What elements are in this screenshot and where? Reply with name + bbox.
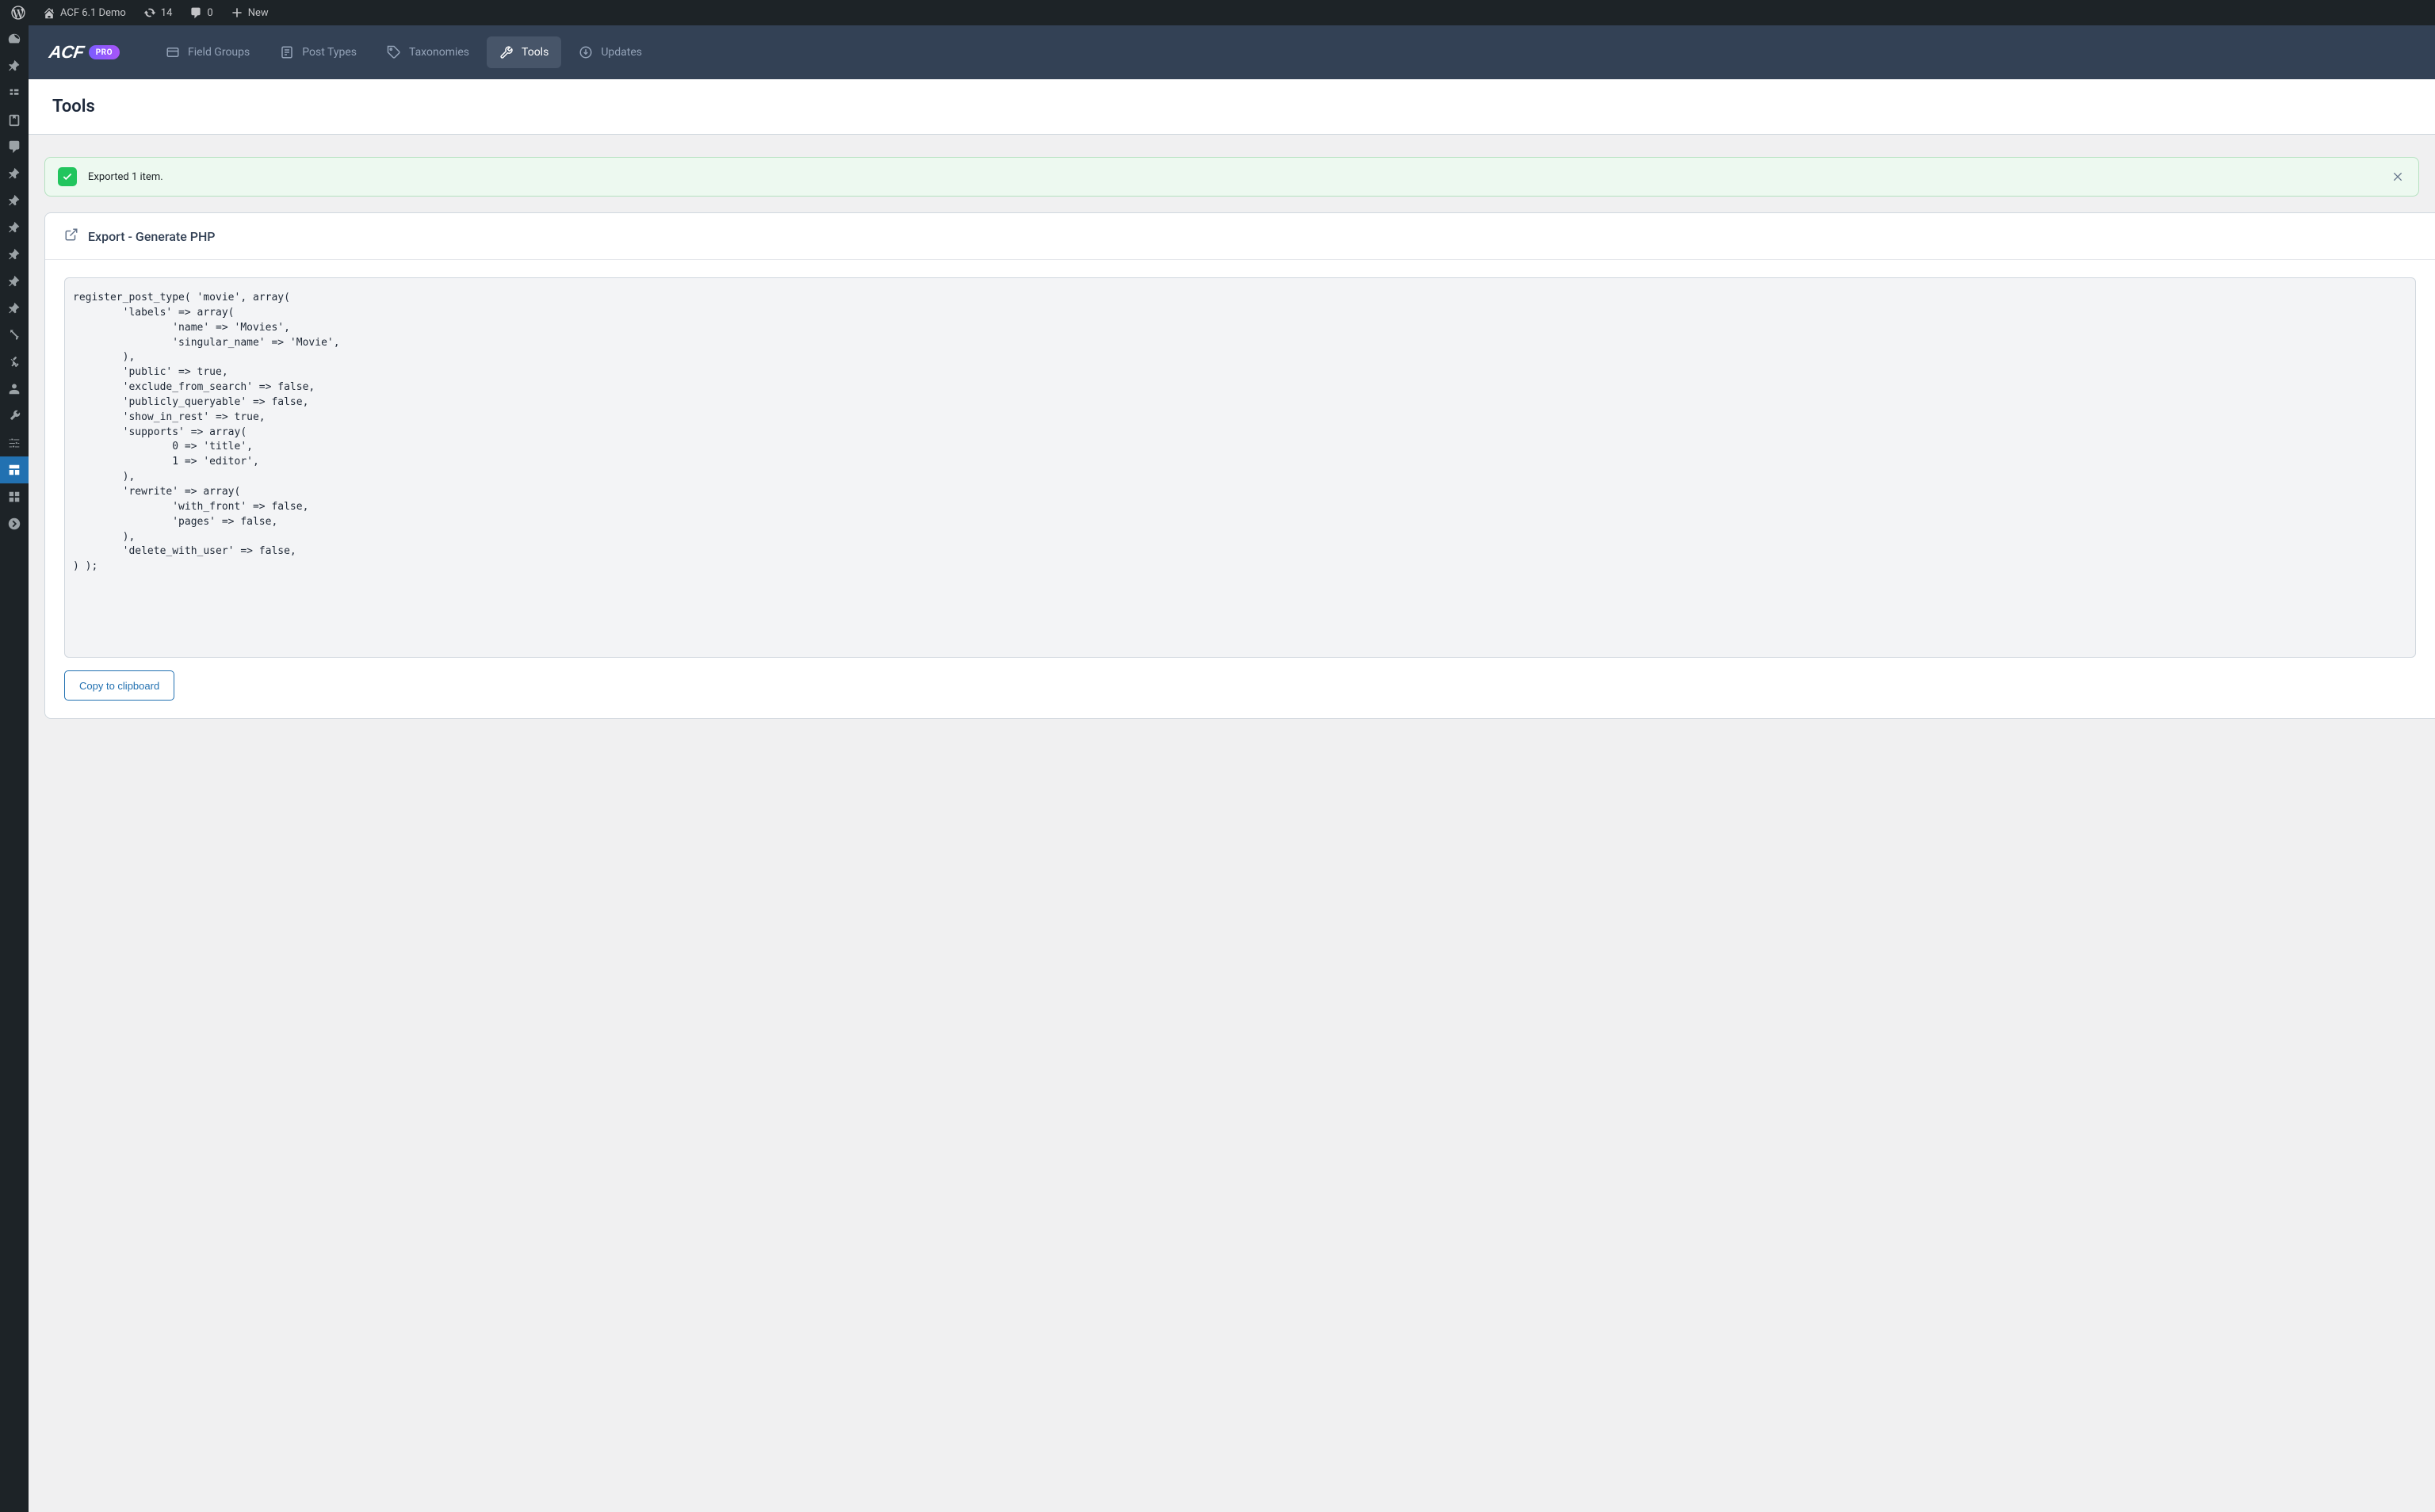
acf-logo[interactable]: ACF PRO [49,42,120,63]
export-panel: Export - Generate PHP register_post_type… [44,212,2435,719]
nav-field-groups-label: Field Groups [188,46,250,59]
comments-count: 0 [207,7,212,19]
copy-to-clipboard-button[interactable]: Copy to clipboard [64,670,174,701]
content-wrap: Exported 1 item. Export - Generate PHP r… [29,135,2435,741]
nav-field-groups[interactable]: Field Groups [153,36,262,68]
side-users[interactable] [0,376,29,403]
updates-link[interactable]: 14 [137,0,179,25]
panel-header: Export - Generate PHP [45,213,2435,260]
side-tools-wp[interactable] [0,403,29,430]
notice-close-button[interactable] [2390,169,2406,185]
side-generic-1[interactable] [0,79,29,106]
code-output[interactable]: register_post_type( 'movie', array( 'lab… [64,277,2416,658]
nav-updates[interactable]: Updates [566,36,655,68]
updates-count: 14 [161,7,173,19]
notice-success: Exported 1 item. [44,157,2419,197]
acf-nav: Field Groups Post Types Taxonomies Tools… [153,36,655,68]
side-pin-6[interactable] [0,268,29,295]
side-blocks[interactable] [0,483,29,510]
new-label: New [248,7,269,19]
side-collapse[interactable] [0,510,29,537]
side-pin-1[interactable] [0,52,29,79]
side-pin-4[interactable] [0,214,29,241]
side-media[interactable] [0,106,29,133]
panel-title: Export - Generate PHP [88,229,216,244]
external-link-icon [64,227,78,245]
nav-taxonomies[interactable]: Taxonomies [374,36,482,68]
wp-admin-menu [0,25,29,1512]
side-pin-2[interactable] [0,160,29,187]
side-plugins[interactable] [0,349,29,376]
nav-updates-label: Updates [601,46,642,59]
wp-logo[interactable] [5,0,32,25]
page-title-bar: Tools [29,79,2435,135]
nav-tools-label: Tools [522,46,549,59]
side-settings[interactable] [0,430,29,456]
panel-body: register_post_type( 'movie', array( 'lab… [45,260,2435,718]
notice-check-icon [58,167,77,186]
nav-tools[interactable]: Tools [487,36,561,68]
page-title: Tools [52,97,2411,116]
side-acf[interactable] [0,456,29,483]
side-pin-7[interactable] [0,295,29,322]
notice-text: Exported 1 item. [88,171,2390,183]
nav-post-types-label: Post Types [302,46,357,59]
side-pin-5[interactable] [0,241,29,268]
wp-adminbar: ACF 6.1 Demo 14 0 New [0,0,2435,25]
acf-header: ACF PRO Field Groups Post Types Taxonomi… [29,25,2435,79]
main-content: ACF PRO Field Groups Post Types Taxonomi… [29,25,2435,741]
site-link[interactable]: ACF 6.1 Demo [36,0,132,25]
acf-logo-mark: ACF [48,42,85,63]
side-appearance[interactable] [0,322,29,349]
side-dashboard[interactable] [0,25,29,52]
site-title: ACF 6.1 Demo [60,7,126,19]
side-comments-menu[interactable] [0,133,29,160]
nav-taxonomies-label: Taxonomies [409,46,469,59]
comments-link[interactable]: 0 [183,0,219,25]
nav-post-types[interactable]: Post Types [267,36,369,68]
side-pin-3[interactable] [0,187,29,214]
new-link[interactable]: New [224,0,275,25]
acf-pro-badge: PRO [89,45,120,59]
